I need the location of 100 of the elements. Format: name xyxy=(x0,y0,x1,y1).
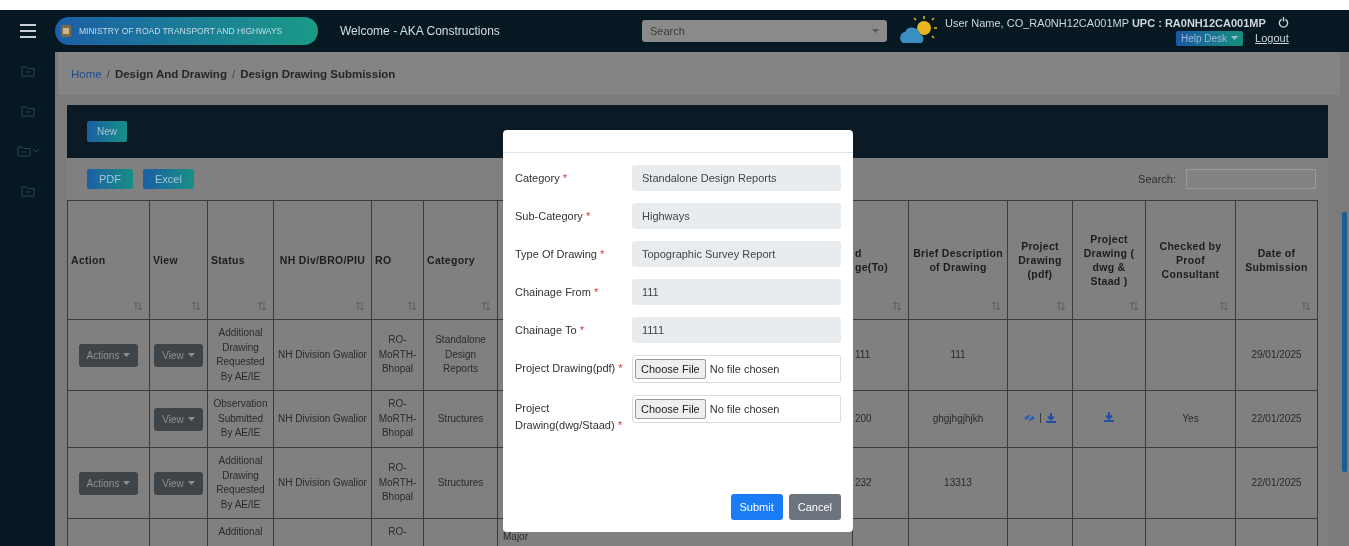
sort-icon[interactable] xyxy=(1219,301,1229,311)
field-label: Type Of Drawing * xyxy=(515,247,606,262)
caret-icon xyxy=(123,481,131,485)
caret-icon xyxy=(872,29,879,33)
user-info: User Name, CO_RA0NH12CA001MP UPC : RA0NH12CA001MP xyxy=(945,16,1266,29)
readonly-field[interactable]: 1111 xyxy=(632,317,841,343)
column-header[interactable]: Action xyxy=(71,252,146,268)
chevron-icon[interactable] xyxy=(32,149,39,153)
scrollbar[interactable] xyxy=(1342,212,1347,472)
table-cell: 29/01/2025 xyxy=(1251,348,1302,360)
sort-icon[interactable] xyxy=(481,301,491,311)
caret-icon xyxy=(187,481,195,485)
column-header[interactable]: NH Div/BRO/PIU xyxy=(277,252,368,268)
table-cell: Additional xyxy=(218,526,263,537)
table-cell: Structures xyxy=(437,412,484,424)
column-header[interactable]: d ge(To) xyxy=(855,245,897,275)
table-cell: NH Division Gwalior xyxy=(278,348,367,360)
sort-icon[interactable] xyxy=(407,301,417,311)
export-button[interactable]: PDF xyxy=(87,169,133,189)
field-label: Category * xyxy=(515,171,568,186)
breadcrumb-item: Design And Drawing xyxy=(114,67,227,80)
table-cell: RO-MoRTH-Bhopal xyxy=(378,398,417,439)
caret-icon xyxy=(1231,36,1239,40)
help-desk-dropdown[interactable]: Help Desk xyxy=(1175,30,1244,46)
table-cell: 13313 xyxy=(944,476,972,488)
sort-icon[interactable] xyxy=(1056,301,1066,311)
new-button[interactable]: New xyxy=(87,121,127,142)
table-cell: Observation Submitted By AE/IE xyxy=(213,398,268,439)
caret-icon xyxy=(187,353,195,357)
field-label: Project Drawing(dwg/Staad) * xyxy=(515,401,623,434)
emblem-icon xyxy=(59,23,73,39)
table-cell: NH Division Gwalior xyxy=(278,412,367,424)
table-cell: 232 xyxy=(855,476,872,488)
welcome-text: Welcome - AKA Constructions xyxy=(340,24,501,38)
menu-icon[interactable] xyxy=(18,23,37,39)
eye-slash-icon[interactable] xyxy=(1023,412,1037,423)
actions-dropdown[interactable]: Actions xyxy=(78,471,139,495)
readonly-field[interactable]: 111 xyxy=(632,279,841,305)
logo-banner: MINISTRY OF ROAD TRANSPORT AND HIGHWAYS xyxy=(55,17,318,45)
breadcrumb-link[interactable]: Home xyxy=(71,67,102,80)
view-dropdown[interactable]: View xyxy=(154,343,203,367)
readonly-field[interactable]: Highways xyxy=(632,203,841,229)
readonly-field[interactable]: Topographic Survey Report xyxy=(632,241,841,267)
table-cell: Additional Drawing Requested By AE/IE xyxy=(216,455,265,510)
logout-link[interactable]: Logout xyxy=(1255,32,1289,44)
field-label: Chainage From * xyxy=(515,285,600,300)
column-header[interactable]: RO xyxy=(375,252,420,268)
table-cell: 111 xyxy=(855,348,871,360)
download-icon[interactable] xyxy=(1103,410,1115,423)
table-cell: Standalone Design Reports xyxy=(435,334,486,375)
table-cell: ghgjhgjhjkh xyxy=(932,412,984,424)
breadcrumb-separator: / xyxy=(231,67,236,80)
file-input[interactable]: Choose File No file chosen xyxy=(632,395,841,423)
sort-icon[interactable] xyxy=(1301,301,1311,311)
choose-file-button[interactable]: Choose File xyxy=(635,399,706,419)
power-icon[interactable] xyxy=(1277,17,1289,28)
table-cell: 200 xyxy=(855,412,872,424)
folder-icon[interactable] xyxy=(16,144,31,158)
sort-icon[interactable] xyxy=(355,301,365,311)
table-cell: 22/01/2025 xyxy=(1251,412,1302,424)
choose-file-button[interactable]: Choose File xyxy=(635,359,706,379)
table-cell: Additional Drawing Requested By AE/IE xyxy=(216,327,265,382)
sort-icon[interactable] xyxy=(991,301,1001,311)
column-header[interactable]: Category xyxy=(427,252,494,268)
view-dropdown[interactable]: View xyxy=(154,407,203,431)
submit-button[interactable]: Submit xyxy=(730,494,783,520)
field-label: Chainage To * xyxy=(515,323,585,338)
table-cell: RO-MoRTH-Bhopal xyxy=(378,334,417,375)
table-cell: NH Division Gwalior xyxy=(278,476,367,488)
folder-icon[interactable] xyxy=(20,104,35,118)
export-button[interactable]: Excel xyxy=(143,169,194,189)
folder-icon[interactable] xyxy=(20,64,35,78)
field-label: Project Drawing(pdf) * xyxy=(515,361,624,376)
file-input[interactable]: Choose File No file chosen xyxy=(632,355,841,383)
table-cell: Yes xyxy=(1182,412,1199,424)
field-label: Sub-Category * xyxy=(515,209,592,224)
view-dropdown[interactable]: View xyxy=(154,471,203,495)
cancel-button[interactable]: Cancel xyxy=(788,494,841,520)
table-cell: Major xyxy=(503,531,528,542)
sort-icon[interactable] xyxy=(133,301,143,311)
search-field[interactable]: Search xyxy=(642,20,887,42)
table-cell: Structures xyxy=(437,476,484,488)
column-header[interactable]: View xyxy=(153,252,204,268)
caret-icon xyxy=(123,353,131,357)
sort-icon[interactable] xyxy=(892,301,902,311)
sort-icon[interactable] xyxy=(257,301,267,311)
actions-dropdown[interactable]: Actions xyxy=(78,343,139,367)
table-cell: RO- xyxy=(388,526,407,537)
breadcrumb-item: Design Drawing Submission xyxy=(240,67,396,80)
separator-text: | xyxy=(1039,410,1042,425)
download-icon[interactable] xyxy=(1044,411,1057,424)
sort-icon[interactable] xyxy=(1129,301,1139,311)
table-cell: 111 xyxy=(950,348,966,360)
readonly-field[interactable]: Standalone Design Reports xyxy=(632,165,841,191)
sort-icon[interactable] xyxy=(191,301,201,311)
column-header[interactable]: Status xyxy=(211,252,270,268)
breadcrumb-separator: / xyxy=(106,67,110,80)
folder-icon[interactable] xyxy=(20,184,35,198)
table-search-field[interactable] xyxy=(1186,169,1316,189)
table-cell: 22/01/2025 xyxy=(1251,476,1302,488)
